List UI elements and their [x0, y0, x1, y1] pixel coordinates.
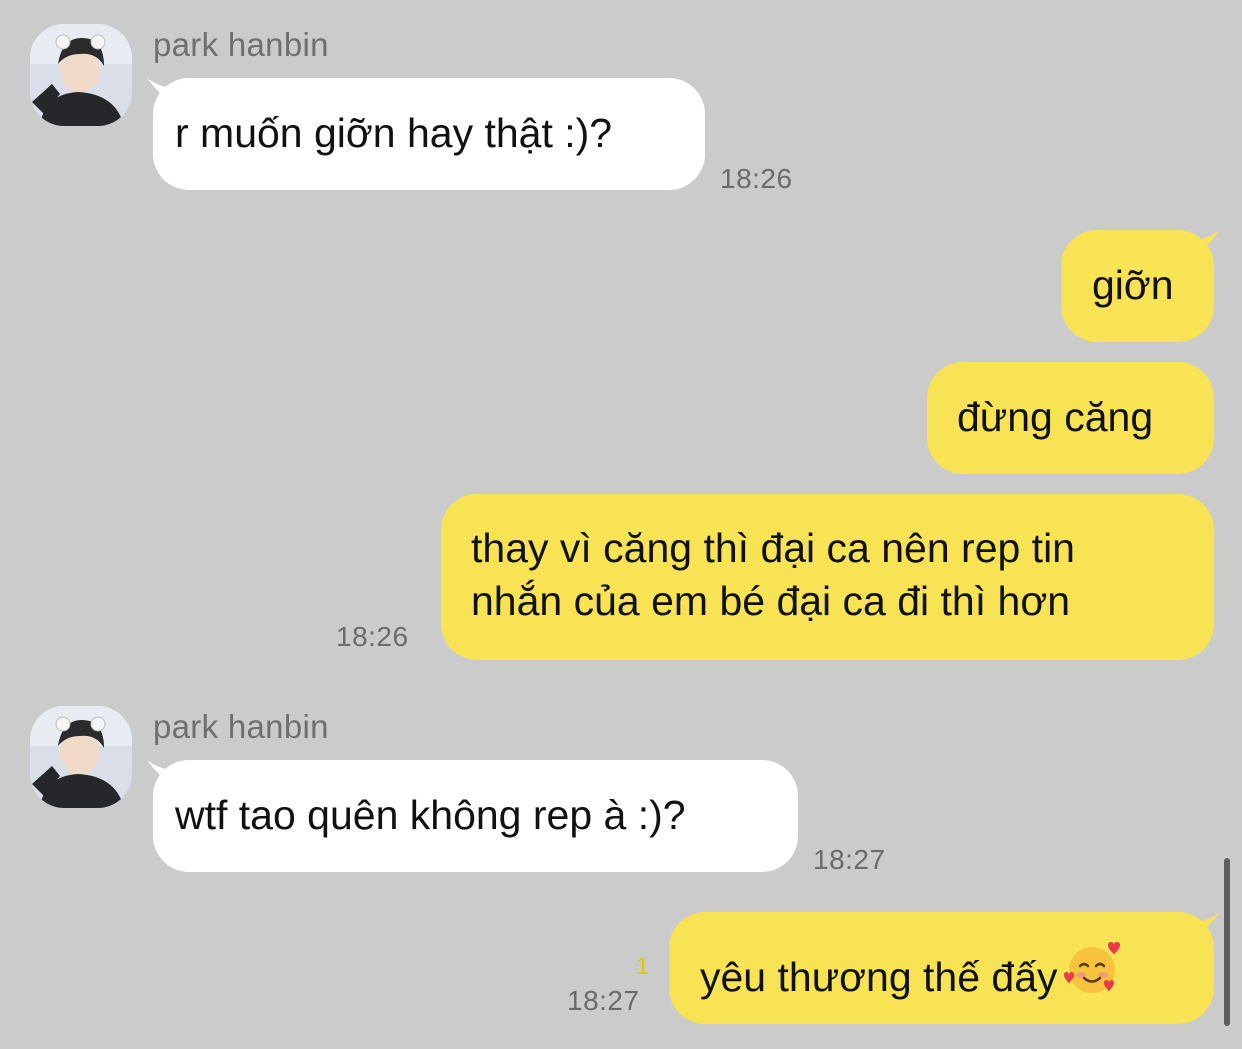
sender-name: park hanbin: [153, 708, 329, 745]
timestamp: 18:27: [567, 985, 640, 1016]
message-bubble[interactable]: giỡn: [1061, 230, 1214, 342]
message-text: wtf tao quên không rep à :)?: [175, 792, 686, 838]
profile-photo: [30, 24, 132, 126]
avatar[interactable]: [30, 24, 132, 126]
message-text: r muốn giỡn hay thật :)?: [175, 110, 613, 156]
message-bubble[interactable]: r muốn giỡn hay thật :)?: [153, 78, 705, 190]
message-bubble[interactable]: yêu thương thế đấy: [669, 912, 1214, 1024]
scrollbar[interactable]: [1224, 858, 1230, 1026]
message-bubble[interactable]: wtf tao quên không rep à :)?: [153, 760, 798, 872]
smiling-face-with-hearts-icon: [1063, 941, 1120, 1010]
message-text: yêu thương thế đấy: [700, 954, 1058, 1000]
message-text-line: nhắn của em bé đại ca đi thì hơn: [471, 578, 1071, 624]
message-text: đừng căng: [957, 394, 1154, 440]
message-text-line: thay vì căng thì đại ca nên rep tin: [471, 525, 1075, 571]
avatar[interactable]: [30, 706, 132, 808]
message-bubble[interactable]: đừng căng: [927, 362, 1214, 474]
timestamp: 18:26: [720, 163, 793, 194]
unread-count: 1: [636, 953, 650, 980]
chat-view[interactable]: park hanbin r muốn giỡn hay thật :)? 18:…: [0, 0, 1242, 1049]
sender-name: park hanbin: [153, 26, 329, 63]
timestamp: 18:26: [336, 621, 409, 652]
message-bubble[interactable]: thay vì căng thì đại ca nên rep tin nhắn…: [441, 494, 1214, 660]
message-text: giỡn: [1092, 262, 1174, 308]
timestamp: 18:27: [813, 844, 886, 875]
profile-photo: [30, 706, 132, 808]
